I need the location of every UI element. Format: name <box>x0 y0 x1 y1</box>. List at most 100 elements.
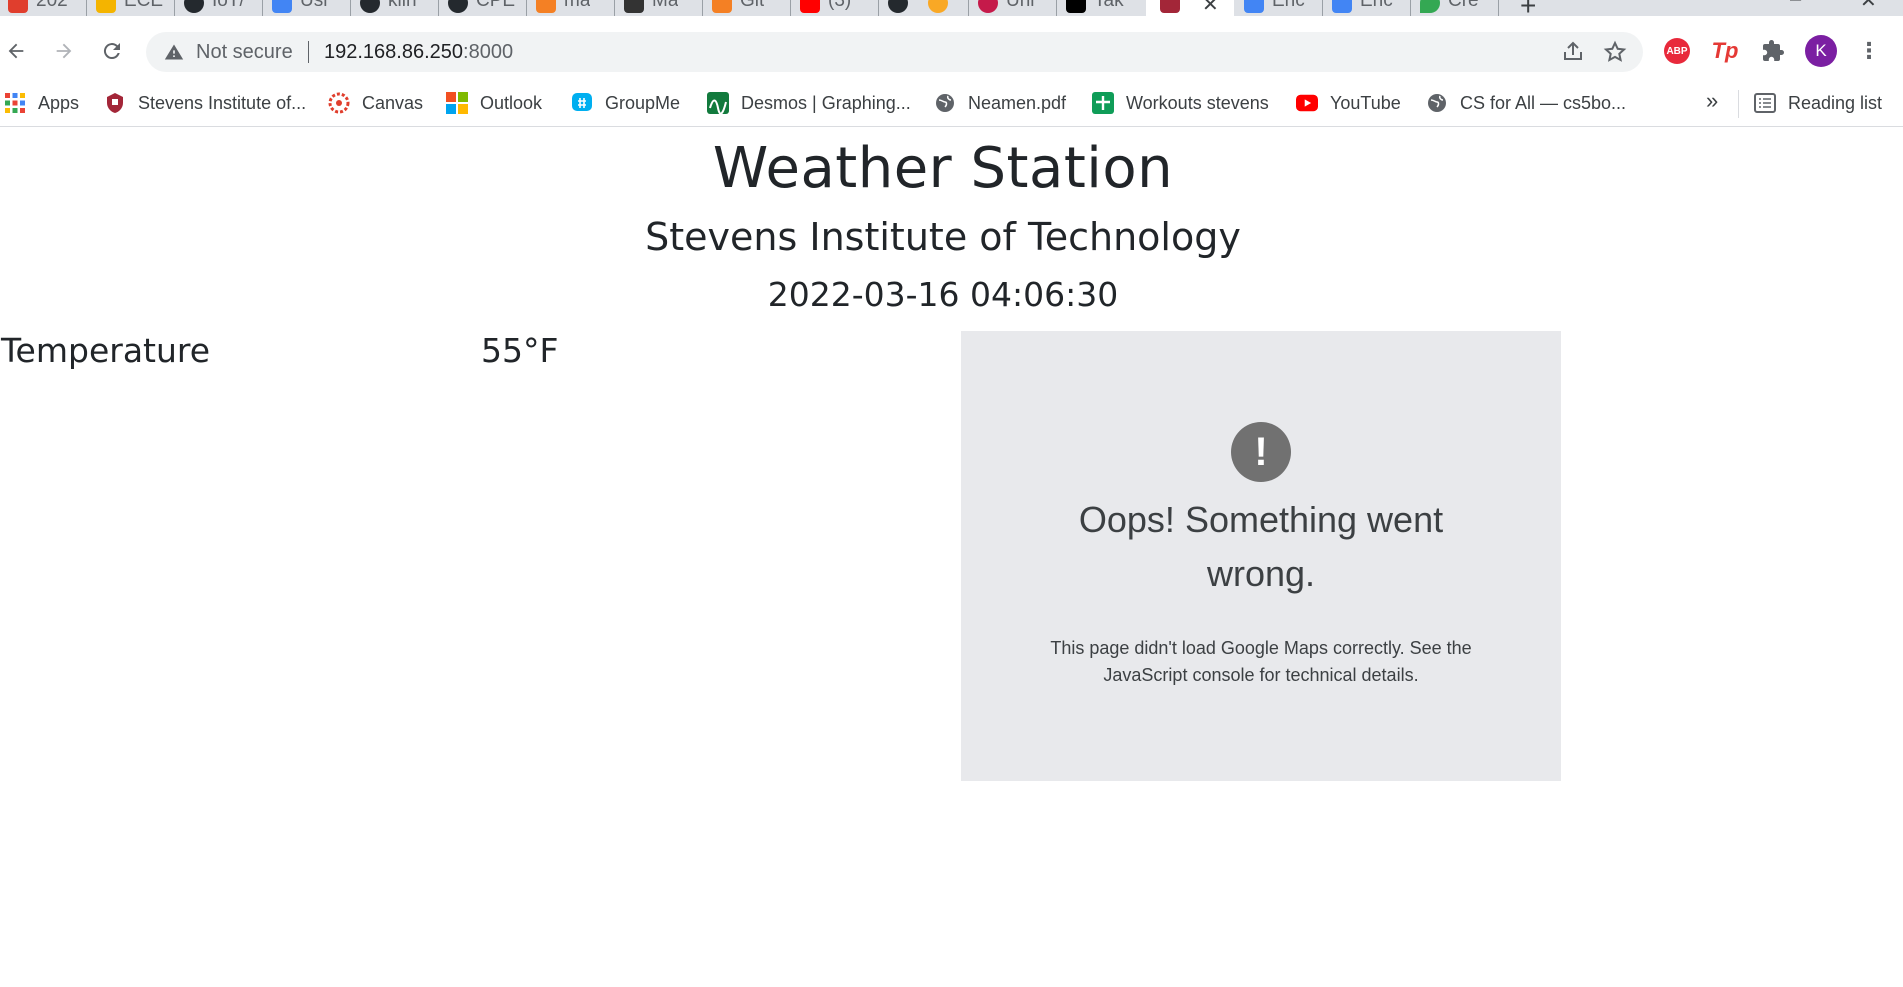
tab-separator <box>1322 0 1323 16</box>
stackoverflow-icon <box>536 0 556 13</box>
bookmark-apps[interactable]: Apps <box>4 90 79 116</box>
tab-title: Enc <box>1360 0 1393 11</box>
tab-separator <box>438 0 439 16</box>
browser-tab[interactable]: Cre <box>1420 0 1498 16</box>
browser-tab[interactable]: Ma <box>624 0 702 16</box>
raspberry-icon <box>978 0 998 13</box>
tab-separator <box>350 0 351 16</box>
bookmark-star-icon[interactable] <box>1603 40 1627 64</box>
bookmark-canvas[interactable]: Canvas <box>328 90 423 116</box>
reload-icon <box>103 43 120 60</box>
google-cloud-icon <box>272 0 292 13</box>
bookmark-neamen[interactable]: Neamen.pdf <box>934 90 1066 116</box>
tab-separator <box>1498 0 1499 16</box>
browser-menu-button[interactable]: ⋮ <box>1853 35 1885 67</box>
url-text[interactable]: 192.168.86.250:8000 <box>324 41 513 64</box>
browser-tab[interactable]: ECE <box>96 0 174 16</box>
more-bookmarks-button[interactable]: » <box>1706 88 1718 114</box>
adblock-icon: ABP <box>1664 38 1690 64</box>
extensions-button[interactable] <box>1757 35 1789 67</box>
forward-button[interactable] <box>48 35 80 67</box>
tab-separator <box>86 0 87 16</box>
tab-separator <box>174 0 175 16</box>
adblock-extension-button[interactable]: ABP <box>1661 35 1693 67</box>
browser-tab[interactable]: ma <box>536 0 614 16</box>
sheets-icon <box>1092 92 1114 114</box>
tab-title: Cre <box>1448 0 1479 11</box>
bookmark-label: Apps <box>38 92 80 113</box>
browser-tab[interactable]: 202 <box>8 0 86 16</box>
browser-tab[interactable]: CPE <box>448 0 526 16</box>
bookmark-cs-for-all[interactable]: CS for All — cs5bo... <box>1426 90 1626 116</box>
bookmark-stevens[interactable]: Stevens Institute of... <box>104 90 306 116</box>
warning-icon[interactable] <box>164 42 184 62</box>
close-tab-icon[interactable]: ✕ <box>1202 0 1219 16</box>
tab-title: Ma <box>652 0 679 11</box>
bookmark-label: Canvas <box>362 92 424 113</box>
reading-list-icon <box>1754 92 1776 114</box>
kebab-menu-icon: ⋮ <box>1858 38 1880 63</box>
emoji-icon <box>928 0 948 13</box>
bookmark-label: CS for All — cs5bo... <box>1460 92 1627 113</box>
browser-tab[interactable]: Uni <box>978 0 1056 16</box>
tab-title: ECE <box>124 0 164 11</box>
bookmark-workouts[interactable]: Workouts stevens <box>1092 90 1269 116</box>
maps-pin-icon <box>1420 0 1440 13</box>
tab-separator <box>702 0 703 16</box>
tab-strip: 202 ECE IoT/ Usi kiin CPE ma Ma Git (3) … <box>0 0 1903 16</box>
error-exclamation-icon: ! <box>1231 422 1291 482</box>
tab-title: Enc <box>1272 0 1305 11</box>
puzzle-icon <box>1763 40 1784 61</box>
tp-icon: Tp <box>1711 38 1739 63</box>
tab-title: Tak <box>1094 0 1124 11</box>
new-tab-icon[interactable]: + <box>1520 0 1536 16</box>
share-icon[interactable] <box>1561 40 1585 64</box>
browser-tab-active[interactable] <box>1146 0 1234 16</box>
browser-tab[interactable]: Git <box>712 0 790 16</box>
microsoft-icon <box>446 92 468 114</box>
reload-button[interactable] <box>96 35 128 67</box>
bookmark-label: Desmos | Graphing... <box>741 92 911 113</box>
google-cloud-icon <box>1244 0 1264 13</box>
tab-title: CPE <box>476 0 516 11</box>
minimize-icon[interactable]: – <box>1790 0 1801 11</box>
tab-title: 202 <box>36 0 68 11</box>
browser-tab[interactable]: kiin <box>360 0 438 16</box>
groupme-icon <box>571 92 593 114</box>
browser-tab[interactable]: Enc <box>1332 0 1410 16</box>
browser-toolbar: Not secure 192.168.86.250:8000 ABP Tp K … <box>0 16 1903 87</box>
reading-list-button[interactable]: Reading list <box>1754 90 1882 116</box>
browser-tab[interactable]: (3) <box>800 0 878 16</box>
tab-title: kiin <box>388 0 417 11</box>
tab-separator <box>968 0 969 16</box>
bookmark-desmos[interactable]: Desmos | Graphing... <box>707 90 911 116</box>
medium-icon <box>1066 0 1086 13</box>
divider <box>308 41 309 63</box>
browser-tab[interactable]: Enc <box>1244 0 1322 16</box>
bookmark-outlook[interactable]: Outlook <box>446 90 542 116</box>
tab-title: Usi <box>300 0 328 11</box>
browser-tab[interactable] <box>928 0 964 16</box>
profile-button[interactable]: K <box>1805 35 1837 67</box>
bookmark-groupme[interactable]: GroupMe <box>571 90 680 116</box>
browser-tab[interactable]: IoT/ <box>184 0 262 16</box>
arrow-right-icon <box>56 43 72 59</box>
back-button[interactable] <box>0 35 32 67</box>
browser-tab[interactable]: Tak <box>1066 0 1144 16</box>
tab-title: Git <box>740 0 765 11</box>
browser-tab[interactable]: Usi <box>272 0 350 16</box>
globe-icon <box>1426 92 1448 114</box>
map-error-title: Oops! Something went wrong. <box>1078 499 1444 594</box>
tab-separator <box>790 0 791 16</box>
temperature-value: 55°F <box>481 331 559 370</box>
map-error-panel: ! Oops! Something went wrong. This page … <box>961 331 1561 781</box>
tp-extension-button[interactable]: Tp <box>1709 35 1741 67</box>
security-status[interactable]: Not secure <box>196 41 293 64</box>
page-title: Weather Station <box>712 136 1174 201</box>
reading-list-label: Reading list <box>1788 92 1883 113</box>
bookmark-label: Outlook <box>480 92 543 113</box>
address-bar[interactable]: Not secure 192.168.86.250:8000 <box>146 32 1643 72</box>
bookmark-youtube[interactable]: YouTube <box>1296 90 1401 116</box>
browser-tab[interactable] <box>888 0 924 16</box>
window-close-icon[interactable]: ✕ <box>1860 0 1877 13</box>
